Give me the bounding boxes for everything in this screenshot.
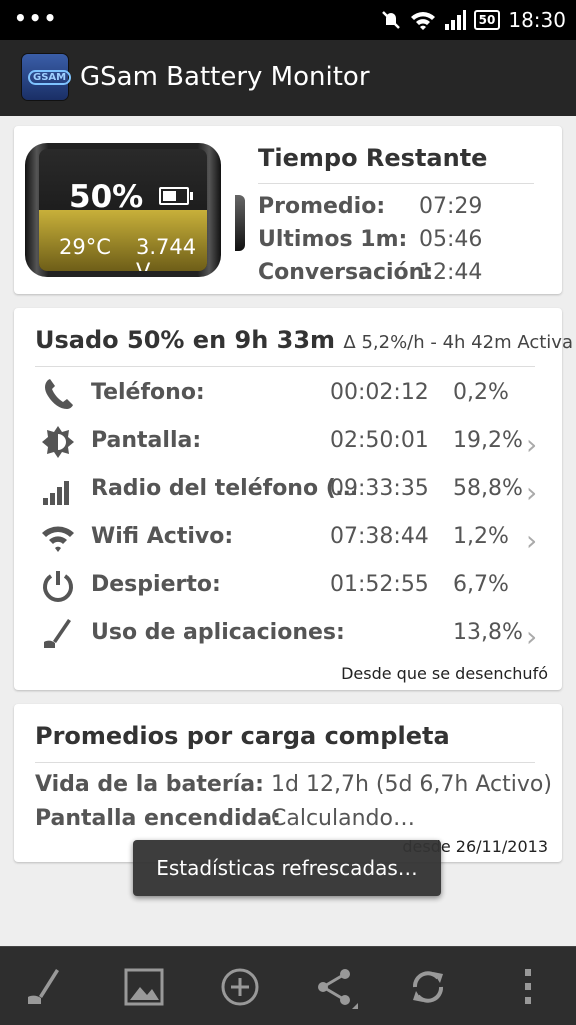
app-title: GSam Battery Monitor — [80, 62, 370, 92]
divider — [35, 762, 535, 763]
app-usage-icon — [44, 619, 71, 648]
notification-dots-icon: ••• — [14, 6, 59, 30]
status-bar: ••• 50 18:30 — [0, 0, 576, 40]
battery-graphic: 50% 29°C 3.744 V — [25, 143, 245, 277]
usage-title-main: Usado 50% en 9h 33m — [35, 326, 336, 354]
divider — [35, 366, 535, 367]
usage-label: Wifi Activo: — [91, 524, 234, 549]
average-value-screen-on: Calculando… — [271, 806, 415, 831]
remaining-label-average: Promedio: — [258, 194, 386, 219]
usage-since-label: Desde que se desenchufó — [341, 664, 548, 683]
usage-row-apps[interactable]: Uso de aplicaciones: 13,8% › — [14, 612, 562, 658]
usage-row-radio[interactable]: Radio del teléfono (… 09:33:35 58,8% › — [14, 468, 562, 514]
share-icon[interactable] — [314, 965, 358, 1009]
mute-icon — [381, 11, 400, 29]
usage-card: Usado 50% en 9h 33m Δ 5,2%/h - 4h 42m Ac… — [14, 308, 573, 690]
usage-time: 00:02:12 — [330, 380, 429, 405]
usage-label: Pantalla: — [91, 428, 202, 453]
remaining-value-last1m: 05:46 — [419, 227, 483, 252]
battery-card[interactable]: 50% 29°C 3.744 V Tiempo Restante Promedi… — [14, 126, 562, 294]
power-icon — [43, 571, 73, 602]
battery-temperature: 29°C — [59, 235, 111, 259]
refresh-icon[interactable] — [406, 965, 450, 1009]
clock: 18:30 — [508, 8, 566, 32]
battery-voltage: 3.744 V — [136, 235, 197, 271]
averages-title: Promedios por carga completa — [35, 722, 450, 750]
wifi-status-icon — [410, 12, 435, 30]
usage-percent: 0,2% — [453, 380, 509, 405]
signal-status-icon — [444, 10, 466, 30]
phone-icon — [45, 379, 73, 409]
usage-row-phone[interactable]: Teléfono: 00:02:12 0,2% — [14, 372, 562, 418]
usage-label: Teléfono: — [91, 380, 205, 405]
usage-title: Usado 50% en 9h 33m Δ 5,2%/h - 4h 42m Ac… — [35, 326, 573, 354]
remaining-value-average: 07:29 — [419, 194, 483, 219]
remaining-value-call: 12:44 — [419, 260, 483, 285]
remaining-label-last1m: Ultimos 1m: — [258, 227, 408, 252]
battery-mini-icon — [159, 187, 193, 205]
average-value-battery-life: 1d 12,7h (5d 6,7h Activo) — [271, 772, 552, 797]
battery-percent: 50% — [69, 179, 144, 215]
image-icon[interactable] — [122, 965, 166, 1009]
usage-row-wifi[interactable]: Wifi Activo: 07:38:44 1,2% › — [14, 516, 562, 562]
usage-label: Despierto: — [91, 572, 221, 597]
remaining-label-call: Conversación: — [258, 260, 434, 285]
battery-glass: 50% 29°C 3.744 V — [39, 149, 207, 271]
chevron-right-icon[interactable]: › — [526, 524, 537, 557]
average-label-screen-on: Pantalla encendida: — [35, 806, 281, 831]
usage-time: 09:33:35 — [330, 476, 429, 501]
divider — [258, 183, 534, 184]
usage-row-awake[interactable]: Despierto: 01:52:55 6,7% — [14, 564, 562, 610]
wifi-icon — [42, 526, 74, 552]
usage-percent: 1,2% — [453, 524, 509, 549]
remaining-time-title: Tiempo Restante — [258, 144, 488, 172]
usage-label: Uso de aplicaciones: — [91, 620, 345, 645]
usage-percent: 19,2% — [453, 428, 523, 453]
logo-text: GSAM — [28, 70, 72, 85]
toast-message: Estadísticas refrescadas… — [133, 840, 441, 896]
chevron-right-icon[interactable]: › — [526, 620, 537, 653]
battery-terminal — [235, 195, 245, 251]
signal-icon — [43, 481, 69, 505]
usage-percent: 6,7% — [453, 572, 509, 597]
averages-card: Promedios por carga completa Vida de la … — [14, 704, 562, 862]
usage-label: Radio del teléfono (… — [91, 476, 358, 501]
usage-time: 07:38:44 — [330, 524, 429, 549]
add-icon[interactable] — [218, 965, 262, 1009]
battery-status-icon: 50 — [473, 10, 501, 30]
app-logo[interactable]: GSAM — [22, 54, 72, 100]
chevron-right-icon[interactable]: › — [526, 476, 537, 509]
overflow-menu-icon[interactable] — [506, 965, 550, 1009]
usage-time: 01:52:55 — [330, 572, 429, 597]
usage-subtitle: Δ 5,2%/h - 4h 42m Activa — [343, 332, 573, 353]
brightness-icon — [42, 426, 74, 458]
bottom-action-bar — [0, 946, 576, 1025]
chevron-right-icon[interactable]: › — [526, 428, 537, 461]
usage-percent: 58,8% — [453, 476, 523, 501]
usage-time: 02:50:01 — [330, 428, 429, 453]
app-bar: GSAM GSam Battery Monitor — [0, 40, 576, 116]
app-usage-icon[interactable] — [22, 965, 66, 1009]
average-label-battery-life: Vida de la batería: — [35, 772, 264, 797]
status-icons: 50 18:30 — [380, 5, 566, 35]
usage-row-screen[interactable]: Pantalla: 02:50:01 19,2% › — [14, 420, 562, 466]
usage-percent: 13,8% — [453, 620, 523, 645]
